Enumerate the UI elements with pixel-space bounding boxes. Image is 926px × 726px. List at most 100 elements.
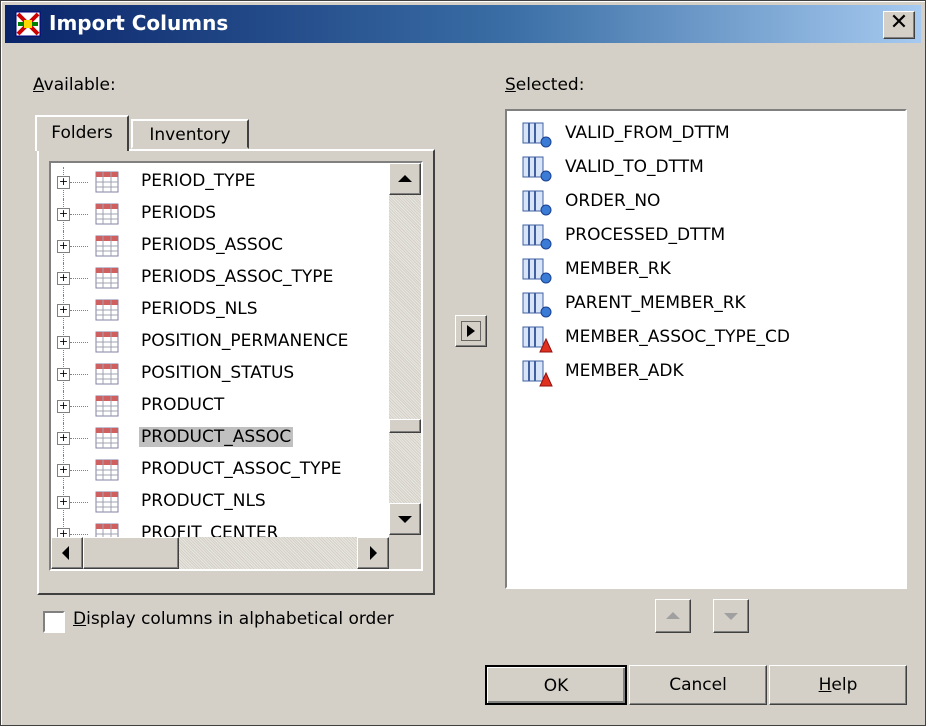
horizontal-scroll-thumb[interactable] bbox=[83, 537, 179, 569]
tree-connector bbox=[70, 214, 88, 215]
checkbox-access-key: D bbox=[73, 609, 87, 629]
scrollbar-corner bbox=[389, 535, 421, 569]
import-columns-app-icon bbox=[15, 11, 41, 37]
expand-icon[interactable]: + bbox=[57, 240, 70, 253]
scroll-right-button[interactable] bbox=[357, 537, 389, 569]
add-column-button[interactable] bbox=[455, 315, 487, 347]
table-icon bbox=[95, 491, 119, 513]
table-icon bbox=[95, 299, 119, 321]
checkbox-label-text: isplay columns in alphabetical order bbox=[86, 609, 394, 629]
expand-icon[interactable]: + bbox=[57, 400, 70, 413]
selected-column-item[interactable]: ORDER_NO bbox=[521, 185, 901, 219]
selected-column-item[interactable]: PARENT_MEMBER_RK bbox=[521, 287, 901, 321]
scroll-thumb[interactable] bbox=[389, 419, 421, 433]
selected-column-label: MEMBER_RK bbox=[565, 259, 671, 279]
selected-label: Selected: bbox=[505, 75, 584, 95]
tab-inventory-label: Inventory bbox=[149, 125, 231, 145]
scroll-down-button[interactable] bbox=[389, 503, 421, 535]
table-icon bbox=[95, 331, 119, 353]
selected-column-item[interactable]: VALID_FROM_DTTM bbox=[521, 117, 901, 151]
tab-folders[interactable]: Folders bbox=[35, 115, 129, 151]
tree-connector bbox=[70, 470, 88, 471]
column-numeric-icon bbox=[522, 122, 552, 148]
tree-vertical-scrollbar[interactable] bbox=[389, 163, 421, 535]
cancel-button-label: Cancel bbox=[669, 675, 727, 695]
tree-item-periods-assoc[interactable]: + PERIODS_ASSOC bbox=[51, 231, 391, 263]
tree-horizontal-scrollbar[interactable] bbox=[51, 537, 389, 569]
tree-item-label: POSITION_PERMANENCE bbox=[141, 331, 349, 351]
move-up-button[interactable] bbox=[655, 599, 691, 633]
tree-item-position-status[interactable]: + POSITION_STATUS bbox=[51, 359, 391, 391]
expand-icon[interactable]: + bbox=[57, 336, 70, 349]
selected-column-item[interactable]: VALID_TO_DTTM bbox=[521, 151, 901, 185]
tree-item-product[interactable]: + PRODUCT bbox=[51, 391, 391, 423]
table-icon bbox=[95, 459, 119, 481]
selected-column-label: PROCESSED_DTTM bbox=[565, 225, 726, 245]
selected-column-item[interactable]: PROCESSED_DTTM bbox=[521, 219, 901, 253]
tree-connector bbox=[70, 502, 88, 503]
expand-icon[interactable]: + bbox=[57, 176, 70, 189]
selected-columns-list[interactable]: VALID_FROM_DTTM VALID_TO_DTTM ORDER_NO P… bbox=[505, 109, 907, 589]
expand-icon[interactable]: + bbox=[57, 432, 70, 445]
tree-item-position-permanence[interactable]: + POSITION_PERMANENCE bbox=[51, 327, 391, 359]
expand-icon[interactable]: + bbox=[57, 464, 70, 477]
tree-item-periods[interactable]: + PERIODS bbox=[51, 199, 391, 231]
arrow-down-icon bbox=[724, 613, 738, 620]
tree-connector bbox=[70, 374, 88, 375]
available-label: Available: bbox=[33, 75, 116, 95]
title-bar[interactable]: Import Columns ✕ bbox=[5, 5, 921, 43]
table-icon bbox=[95, 395, 119, 417]
tree-item-label: POSITION_STATUS bbox=[141, 363, 295, 383]
selected-column-label: MEMBER_ADK bbox=[565, 361, 684, 381]
tree-item-label: PERIOD_TYPE bbox=[141, 171, 256, 191]
tree-item-periods-assoc-type[interactable]: + PERIODS_ASSOC_TYPE bbox=[51, 263, 391, 295]
table-icon bbox=[95, 171, 119, 193]
move-right-icon bbox=[461, 321, 481, 341]
folders-tree[interactable]: + PERIOD_TYPE + PERIODS + PERIODS_ASSOC … bbox=[49, 161, 423, 571]
selected-column-item[interactable]: MEMBER_ADK bbox=[521, 355, 901, 389]
tree-item-periods-nls[interactable]: + PERIODS_NLS bbox=[51, 295, 391, 327]
expand-icon[interactable]: + bbox=[57, 272, 70, 285]
selected-column-label: VALID_FROM_DTTM bbox=[565, 123, 730, 143]
help-button[interactable]: Help bbox=[769, 665, 907, 705]
tree-connector bbox=[70, 534, 88, 535]
column-numeric-icon bbox=[522, 258, 552, 284]
column-character-icon bbox=[522, 326, 553, 353]
close-button[interactable]: ✕ bbox=[883, 10, 915, 39]
expand-icon[interactable]: + bbox=[57, 208, 70, 221]
arrow-down-icon bbox=[398, 516, 412, 523]
close-icon: ✕ bbox=[889, 10, 909, 35]
expand-icon[interactable]: + bbox=[57, 304, 70, 317]
tree-connector bbox=[70, 246, 88, 247]
import-columns-dialog: Import Columns ✕ Available: Selected: Fo… bbox=[0, 0, 926, 726]
selected-column-label: ORDER_NO bbox=[565, 191, 661, 211]
alphabetical-order-checkbox[interactable] bbox=[43, 611, 65, 633]
tree-item-label: PRODUCT bbox=[141, 395, 225, 415]
tree-item-product-assoc[interactable]: + PRODUCT_ASSOC bbox=[51, 423, 391, 455]
tree-item-period-type[interactable]: + PERIOD_TYPE bbox=[51, 167, 391, 199]
column-numeric-icon bbox=[522, 224, 552, 250]
table-icon bbox=[95, 235, 119, 257]
tree-item-label: PERIODS bbox=[141, 203, 217, 223]
alphabetical-order-label[interactable]: Display columns in alphabetical order bbox=[73, 609, 394, 629]
selected-label-access-key: S bbox=[505, 75, 516, 95]
tree-item-label: PRODUCT_ASSOC bbox=[139, 427, 294, 447]
tab-inventory[interactable]: Inventory bbox=[131, 119, 249, 149]
selected-column-item[interactable]: MEMBER_RK bbox=[521, 253, 901, 287]
expand-icon[interactable]: + bbox=[57, 496, 70, 509]
arrow-up-icon bbox=[666, 612, 680, 619]
move-down-button[interactable] bbox=[713, 599, 749, 633]
available-label-text: vailable: bbox=[43, 75, 116, 95]
selected-column-item[interactable]: MEMBER_ASSOC_TYPE_CD bbox=[521, 321, 901, 355]
arrow-left-icon bbox=[62, 546, 69, 560]
table-icon bbox=[95, 267, 119, 289]
tree-item-product-nls[interactable]: + PRODUCT_NLS bbox=[51, 487, 391, 519]
scroll-up-button[interactable] bbox=[389, 163, 421, 195]
tab-folders-label: Folders bbox=[51, 123, 113, 143]
scroll-left-button[interactable] bbox=[51, 537, 83, 569]
tree-item-product-assoc-type[interactable]: + PRODUCT_ASSOC_TYPE bbox=[51, 455, 391, 487]
ok-button[interactable]: OK bbox=[485, 665, 627, 705]
expand-icon[interactable]: + bbox=[57, 368, 70, 381]
table-icon bbox=[95, 203, 119, 225]
cancel-button[interactable]: Cancel bbox=[629, 665, 767, 705]
